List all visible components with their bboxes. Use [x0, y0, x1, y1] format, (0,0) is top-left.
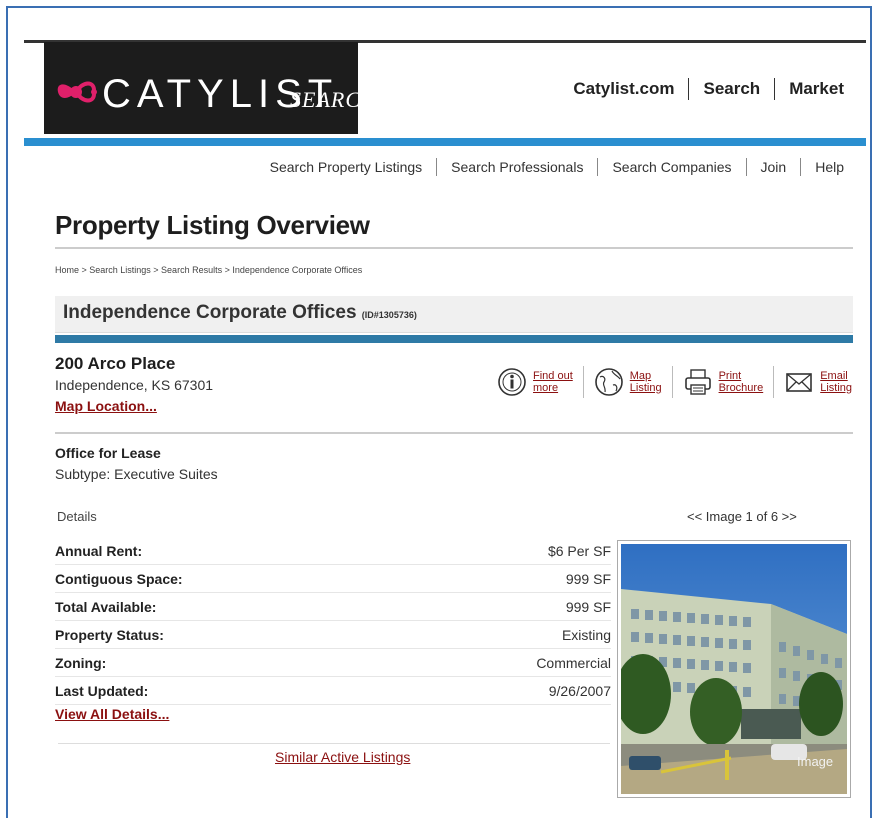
subnav-divider	[436, 158, 438, 176]
detail-value: Commercial	[536, 654, 611, 671]
listing-header: Independence Corporate Offices (ID#13057…	[55, 296, 853, 333]
action-divider	[773, 366, 775, 398]
find-out-more-action[interactable]: Find out more	[497, 367, 573, 397]
detail-row: Last Updated: 9/26/2007	[55, 677, 611, 705]
top-nav: Catylist.com Search Market	[573, 78, 844, 100]
listing-name: Independence Corporate Offices	[63, 302, 357, 323]
top-nav-catylist-link[interactable]: Catylist.com	[573, 79, 674, 99]
email-listing-label-2: Listing	[820, 382, 852, 394]
detail-row: Annual Rent: $6 Per SF	[55, 537, 611, 565]
address-divider	[55, 432, 853, 434]
detail-value: 9/26/2007	[548, 682, 611, 699]
detail-row: Zoning: Commercial	[55, 649, 611, 677]
subnav-search-property-listings[interactable]: Search Property Listings	[270, 159, 423, 175]
photo-caption: Image	[797, 754, 833, 769]
header-accent-bar	[24, 138, 866, 146]
envelope-icon	[786, 373, 813, 392]
view-all-details-link[interactable]: View All Details...	[55, 706, 169, 722]
similar-listings-link[interactable]: Similar Active Listings	[275, 749, 410, 765]
find-out-more-label-1: Find out	[533, 370, 573, 382]
detail-key: Property Status:	[55, 626, 164, 643]
top-nav-search-link[interactable]: Search	[703, 79, 760, 99]
listing-id: (ID#1305736)	[361, 310, 417, 320]
print-brochure-action[interactable]: Print Brochure	[683, 367, 764, 397]
top-nav-divider	[688, 78, 690, 100]
info-icon	[498, 368, 526, 396]
title-divider	[55, 247, 853, 249]
address-line2: Independence, KS 67301	[55, 377, 214, 393]
find-out-more-label-2: more	[533, 382, 559, 394]
listing-accent-bar	[55, 335, 853, 343]
page-title: Property Listing Overview	[55, 210, 370, 240]
map-listing-action[interactable]: Map Listing	[594, 367, 662, 397]
detail-key: Last Updated:	[55, 682, 149, 699]
image-pager[interactable]: << Image 1 of 6 >>	[687, 509, 797, 524]
action-divider	[582, 366, 584, 398]
printer-icon	[684, 369, 711, 395]
detail-key: Contiguous Space:	[55, 570, 183, 587]
map-listing-label-2: Listing	[629, 382, 662, 394]
detail-row: Property Status: Existing	[55, 621, 611, 649]
print-brochure-label-2: Brochure	[718, 382, 764, 394]
logo-subword: SEARCH	[290, 87, 378, 112]
detail-key: Total Available:	[55, 598, 157, 615]
top-nav-divider	[774, 78, 776, 100]
listing-subtype: Subtype: Executive Suites	[55, 466, 218, 482]
map-location-link[interactable]: Map Location...	[55, 398, 157, 414]
property-photo[interactable]: Image	[617, 540, 851, 798]
subnav-help[interactable]: Help	[815, 159, 844, 175]
email-listing-action[interactable]: Email Listing	[784, 367, 852, 397]
listing-name-wrap: Independence Corporate Offices (ID#13057…	[63, 302, 417, 324]
map-listing-label-1: Map	[629, 370, 652, 382]
listing-actions: Find out more Map Listing Print Brochure Em…	[497, 366, 852, 398]
listing-type: Office for Lease	[55, 445, 161, 461]
detail-key: Annual Rent:	[55, 542, 143, 559]
details-divider	[58, 743, 610, 744]
sub-nav: Search Property Listings Search Professi…	[270, 158, 844, 176]
details-table: Annual Rent: $6 Per SF Contiguous Space: 9…	[55, 537, 611, 705]
detail-key: Zoning:	[55, 654, 107, 671]
detail-value: $6 Per SF	[547, 542, 611, 559]
catylist-logo[interactable]: CATYLIST SEARCH	[44, 42, 377, 134]
subnav-search-companies[interactable]: Search Companies	[612, 159, 731, 175]
address-line1: 200 Arco Place	[55, 354, 176, 373]
print-brochure-label-1: Print	[718, 370, 742, 382]
detail-value: 999 SF	[565, 570, 611, 587]
subnav-divider	[800, 158, 802, 176]
breadcrumb[interactable]: Home > Search Listings > Search Results …	[55, 265, 362, 275]
action-divider	[671, 366, 673, 398]
details-heading: Details	[57, 509, 97, 524]
subnav-search-professionals[interactable]: Search Professionals	[451, 159, 583, 175]
subnav-join[interactable]: Join	[761, 159, 787, 175]
detail-value: 999 SF	[565, 598, 611, 615]
building-photo: Image	[621, 544, 847, 794]
detail-value: Existing	[561, 626, 611, 643]
subnav-divider	[597, 158, 599, 176]
detail-row: Total Available: 999 SF	[55, 593, 611, 621]
globe-icon	[594, 368, 623, 396]
subnav-divider	[745, 158, 747, 176]
logo-mark-icon	[57, 81, 97, 103]
top-nav-market-link[interactable]: Market	[789, 79, 844, 99]
email-listing-label-1: Email	[820, 370, 848, 382]
detail-row: Contiguous Space: 999 SF	[55, 565, 611, 593]
